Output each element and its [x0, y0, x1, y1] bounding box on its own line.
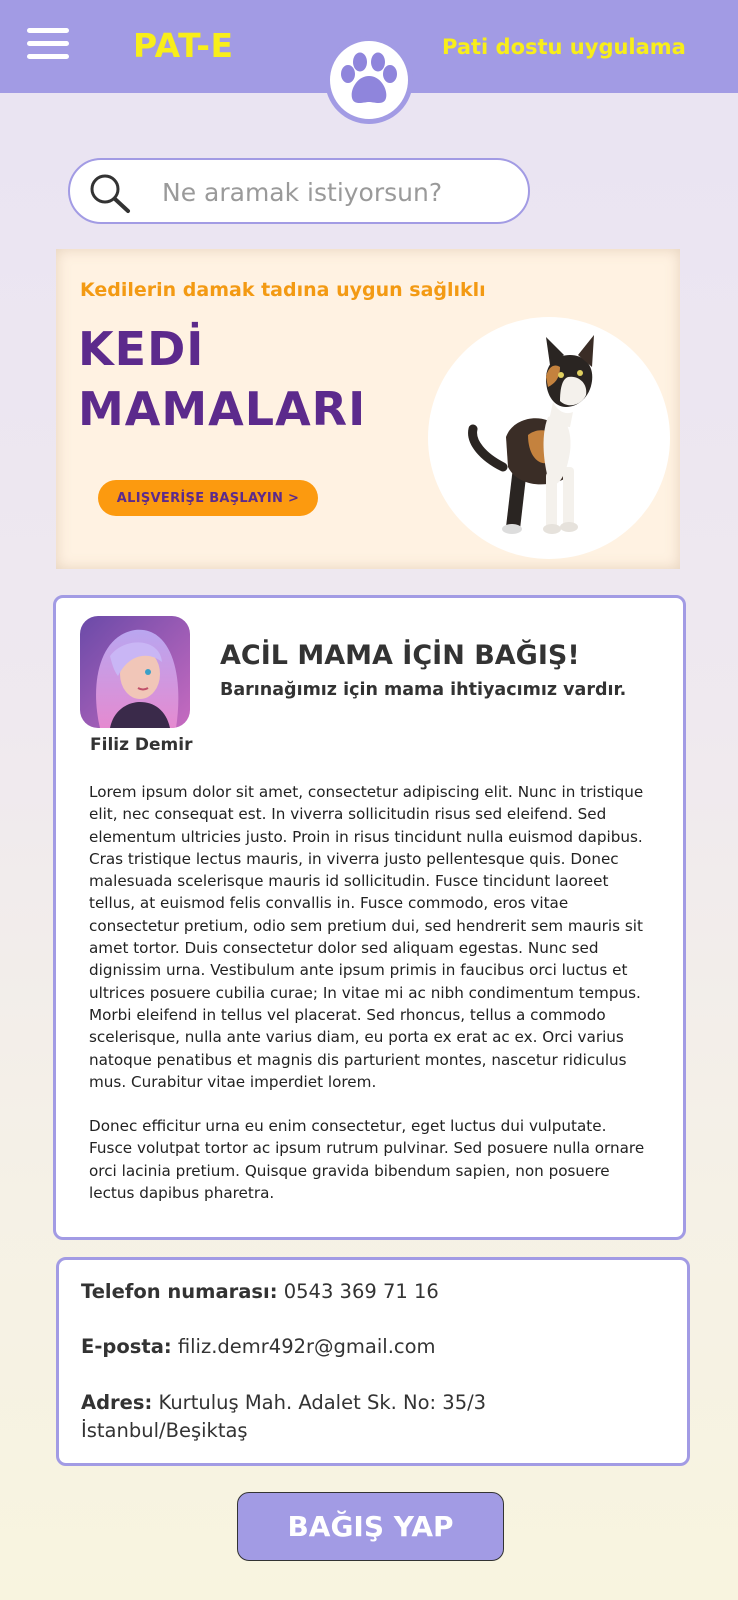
- post-title: ACİL MAMA İÇİN BAĞIŞ!: [220, 640, 580, 671]
- email-value[interactable]: filiz.demr492r@gmail.com: [178, 1335, 436, 1358]
- hamburger-menu-icon[interactable]: [27, 28, 69, 62]
- author-name: Filiz Demir: [90, 735, 193, 755]
- search-bar[interactable]: [68, 158, 530, 224]
- banner-title-line1: KEDİ: [78, 322, 205, 376]
- banner-title-line2: MAMALARI: [78, 382, 367, 436]
- paw-icon-graphic: [341, 52, 397, 103]
- phone-row: Telefon numarası: 0543 369 71 16: [81, 1278, 439, 1306]
- phone-value[interactable]: 0543 369 71 16: [284, 1280, 439, 1303]
- shop-now-button[interactable]: ALIŞVERİŞE BAŞLAYIN >: [98, 480, 318, 516]
- cat-illustration: [468, 335, 594, 534]
- avatar[interactable]: [80, 616, 190, 728]
- avatar-illustration: [80, 616, 190, 728]
- address-label: Adres:: [81, 1391, 153, 1414]
- paw-icon[interactable]: [325, 36, 413, 124]
- address-row: Adres: Kurtuluş Mah. Adalet Sk. No: 35/3…: [81, 1389, 486, 1445]
- email-row: E-posta: filiz.demr492r@gmail.com: [81, 1333, 436, 1361]
- email-label: E-posta:: [81, 1335, 172, 1358]
- post-paragraph: Donec efficitur urna eu enim consectetur…: [89, 1117, 645, 1203]
- cat-image: [428, 317, 670, 559]
- contact-info-card: Telefon numarası: 0543 369 71 16 E-posta…: [56, 1257, 690, 1466]
- phone-label: Telefon numarası:: [81, 1280, 278, 1303]
- search-input[interactable]: [162, 170, 512, 214]
- promo-banner[interactable]: Kedilerin damak tadına uygun sağlıklı KE…: [56, 249, 680, 569]
- app-tagline: Pati dostu uygulama: [442, 35, 686, 59]
- post-paragraph: Lorem ipsum dolor sit amet, consectetur …: [89, 783, 644, 1091]
- address-line1: Kurtuluş Mah. Adalet Sk. No: 35/3: [158, 1391, 487, 1414]
- banner-subtitle: Kedilerin damak tadına uygun sağlıklı: [80, 279, 486, 301]
- app-brand: PAT-E: [133, 26, 234, 65]
- post-subtitle: Barınağımız için mama ihtiyacımız vardır…: [220, 680, 627, 700]
- address-line2: İstanbul/Beşiktaş: [81, 1419, 248, 1442]
- banner-title: KEDİ MAMALARI: [78, 319, 398, 439]
- search-icon[interactable]: [88, 172, 132, 214]
- post-body: Lorem ipsum dolor sit amet, consectetur …: [89, 781, 649, 1226]
- donation-post-card: Filiz Demir ACİL MAMA İÇİN BAĞIŞ! Barına…: [53, 595, 686, 1240]
- donate-button[interactable]: BAĞIŞ YAP: [237, 1492, 504, 1561]
